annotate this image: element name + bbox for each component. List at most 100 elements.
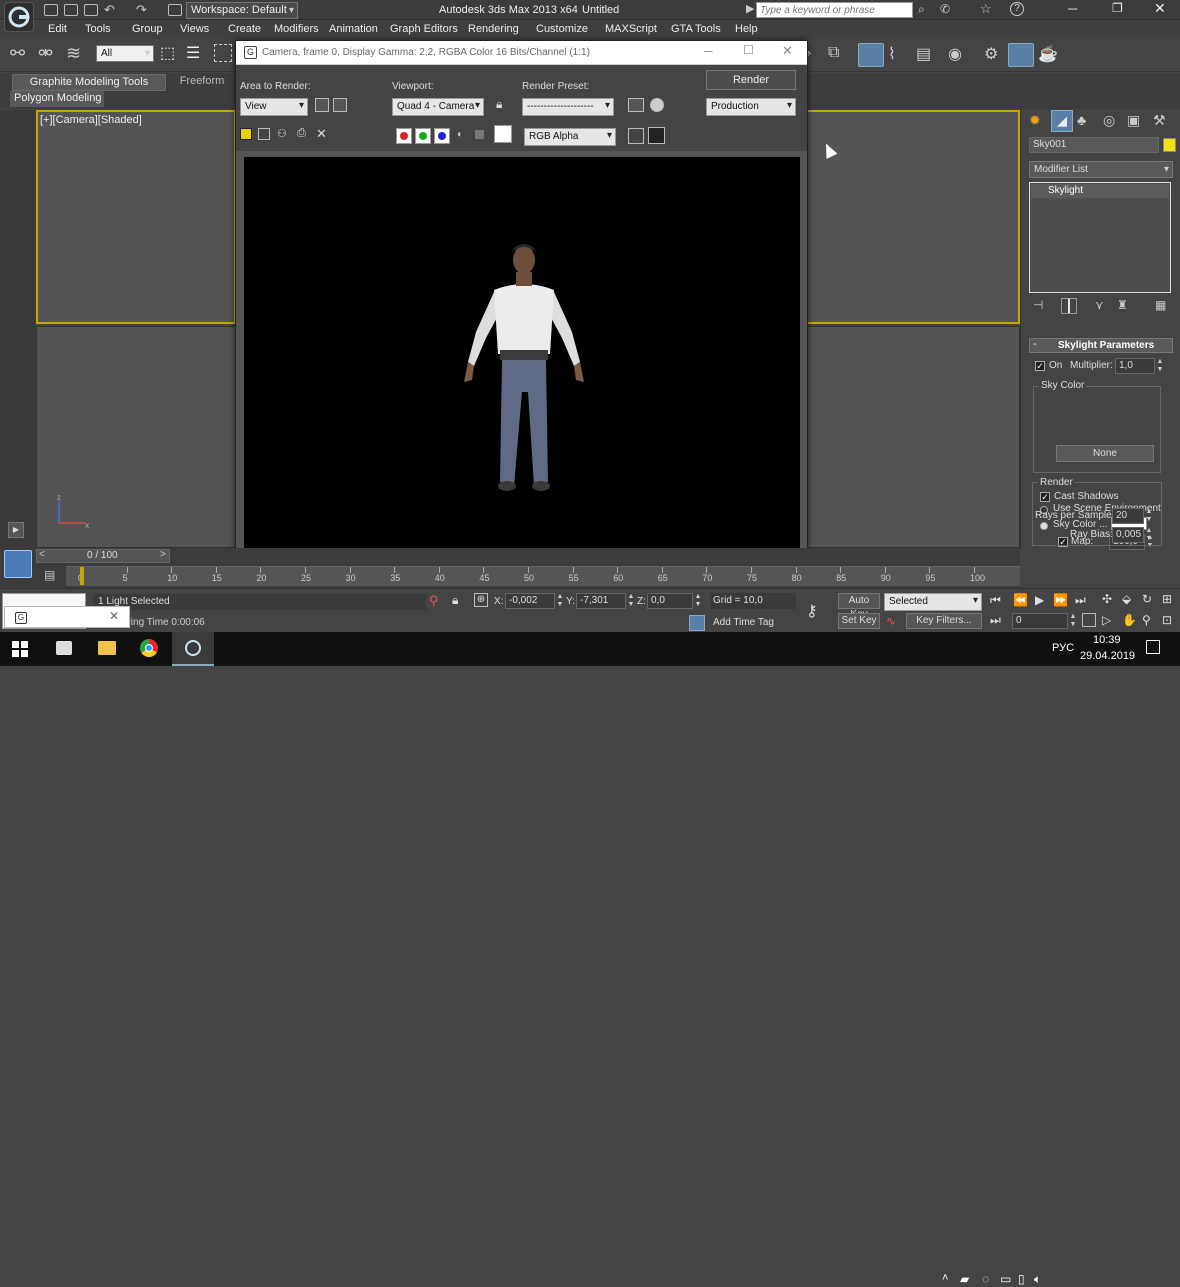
minimize-icon[interactable]: ─ <box>1068 1 1077 16</box>
create-tab-icon[interactable]: ✹ <box>1029 112 1041 129</box>
pin-stack-icon[interactable]: ⊣ <box>1033 298 1043 312</box>
viewport-label[interactable]: [+][Camera][Shaded] <box>40 114 142 126</box>
track-bar[interactable]: 0510152025303540455055606570758085909510… <box>66 566 1020 586</box>
unlink-icon[interactable]: ⚮ <box>38 43 53 64</box>
add-time-tag[interactable]: Add Time Tag <box>713 617 774 628</box>
maximize-viewport-icon[interactable]: ⊞ <box>1162 592 1172 606</box>
edit-region-icon[interactable] <box>315 98 329 112</box>
time-config-icon[interactable] <box>1082 613 1096 627</box>
viewport-dropdown[interactable]: Quad 4 - Camera <box>392 98 484 116</box>
viewport-top-right[interactable] <box>808 110 1020 324</box>
time-slider[interactable]: < 0 / 100 > <box>36 549 170 563</box>
blue-channel-icon[interactable] <box>434 128 450 144</box>
volume-icon[interactable]: 🔈︎ <box>1034 1272 1041 1287</box>
multiplier-input[interactable]: 1,0 <box>1115 358 1155 374</box>
cast-shadows-checkbox[interactable]: ✓ <box>1040 492 1050 502</box>
language-indicator[interactable]: РУС <box>1052 642 1074 654</box>
redo-icon[interactable]: ↷ <box>136 2 147 18</box>
ribbon-tab-freeform[interactable]: Freeform <box>172 74 232 91</box>
key-tangent-icon[interactable]: ∿ <box>886 614 896 628</box>
walkthrough-icon[interactable]: ⚲ <box>1142 613 1151 627</box>
menu-item-graph-editors[interactable]: Graph Editors <box>390 23 458 35</box>
help-icon[interactable]: ? <box>1010 2 1024 16</box>
chrome-icon[interactable] <box>140 639 158 657</box>
remove-modifier-icon[interactable]: ♜ <box>1117 298 1128 312</box>
object-name-field[interactable]: Sky001 <box>1029 137 1159 153</box>
y-coord-spinner[interactable]: ▲ ▼ <box>627 593 635 609</box>
clear-image-icon[interactable]: ✕ <box>316 126 327 142</box>
search-arrow-icon[interactable]: ▶ <box>746 2 754 15</box>
lock-viewport-icon[interactable]: 🔒︎ <box>496 97 502 112</box>
select-by-name-icon[interactable]: ☰ <box>186 43 200 63</box>
ray-bias-spinner[interactable]: ▲ ▼ <box>1145 527 1153 543</box>
layers-icon[interactable]: ⧉ <box>828 44 839 62</box>
zoom-all-icon[interactable]: ⬙ <box>1122 592 1131 606</box>
environment-effects-icon[interactable] <box>650 98 664 112</box>
material-editor-icon[interactable]: ◉ <box>948 44 962 64</box>
render-window-minimize-icon[interactable]: ─ <box>704 44 713 58</box>
fov-icon[interactable]: ▷ <box>1102 613 1111 627</box>
min-max-toggle-icon[interactable]: ⊡ <box>1162 613 1172 627</box>
auto-key-button[interactable]: Auto Key <box>838 593 880 620</box>
ray-bias-input[interactable]: 0,005 <box>1112 527 1144 543</box>
notifications-icon[interactable] <box>1146 640 1160 654</box>
mini-curve-editor-icon[interactable] <box>4 550 32 578</box>
ribbon-tab-graphite[interactable]: Graphite Modeling Tools <box>12 74 166 91</box>
goto-end-icon[interactable]: ⏭ <box>1075 593 1086 608</box>
rendered-image[interactable] <box>244 157 800 575</box>
modifier-list-dropdown[interactable]: Modifier List <box>1029 161 1173 178</box>
production-dropdown[interactable]: Production <box>706 98 796 116</box>
tray-icon-1[interactable]: ▰ <box>960 1272 969 1286</box>
set-key-mode-icon[interactable]: ⚷ <box>806 601 818 621</box>
time-tag-icon[interactable] <box>689 615 705 631</box>
save-icon[interactable] <box>84 4 98 16</box>
make-unique-icon[interactable]: ⋎ <box>1095 298 1104 312</box>
green-channel-icon[interactable] <box>415 128 431 144</box>
x-coord-input[interactable]: -0,002 <box>505 593 555 609</box>
motion-tab-icon[interactable]: ◎ <box>1103 112 1115 129</box>
minimized-window-tab[interactable]: G ✕ <box>4 606 130 628</box>
app-logo-icon[interactable] <box>4 2 34 32</box>
rollout-collapse-icon[interactable]: - <box>1033 338 1037 350</box>
monochrome-icon[interactable] <box>475 130 484 139</box>
clone-window-icon[interactable]: ⚇ <box>277 127 287 140</box>
viewport-top-left[interactable]: [+][Camera][Shaded] <box>36 110 236 324</box>
absolute-mode-icon[interactable]: ⊕ <box>474 593 488 607</box>
object-color-swatch[interactable] <box>1163 138 1176 152</box>
show-end-result-icon[interactable]: ┃ <box>1061 298 1077 314</box>
menu-item-help[interactable]: Help <box>735 23 758 35</box>
selection-lock-icon[interactable]: 🔒︎ <box>452 593 458 608</box>
current-frame-input[interactable]: 0 <box>1012 613 1068 629</box>
time-slider-prev-icon[interactable]: < <box>39 549 45 560</box>
menu-item-tools[interactable]: Tools <box>85 23 111 35</box>
new-file-icon[interactable] <box>44 4 58 16</box>
pan-icon[interactable]: ✋ <box>1122 613 1137 627</box>
configure-sets-icon[interactable]: ▦ <box>1155 298 1166 312</box>
clock-date[interactable]: 29.04.2019 <box>1080 650 1135 662</box>
start-icon[interactable] <box>12 641 28 657</box>
network-icon[interactable]: ▯ <box>1018 1272 1025 1286</box>
display-channel-dropdown[interactable]: RGB Alpha <box>524 128 616 146</box>
display-tab-icon[interactable]: ▣ <box>1127 112 1140 129</box>
communication-center-icon[interactable]: ✆ <box>940 2 950 16</box>
selection-region-icon[interactable] <box>214 44 232 62</box>
schematic-view-icon[interactable]: ▤ <box>916 44 931 64</box>
area-to-render-dropdown[interactable]: View <box>240 98 308 116</box>
zoom-icon[interactable]: ✣ <box>1102 592 1112 606</box>
stack-item-skylight[interactable]: Skylight <box>1031 184 1169 198</box>
x-coord-spinner[interactable]: ▲ ▼ <box>556 593 564 609</box>
utilities-tab-icon[interactable]: ⚒ <box>1153 112 1166 129</box>
key-mode-icon[interactable]: ⏭ <box>990 613 1001 628</box>
select-object-icon[interactable]: ⬚ <box>160 43 175 63</box>
open-folder-icon[interactable] <box>64 4 78 16</box>
link-icon[interactable]: ⚯ <box>10 43 25 64</box>
rollout-header[interactable]: - Skylight Parameters <box>1029 338 1173 353</box>
rendered-frame-window-icon[interactable] <box>1008 43 1034 67</box>
tray-icon-2[interactable]: ◌ <box>982 1272 989 1286</box>
z-coord-spinner[interactable]: ▲ ▼ <box>694 593 702 609</box>
selection-filter-dropdown[interactable]: All <box>96 45 154 62</box>
modify-tab-icon[interactable]: ◢ <box>1051 110 1073 132</box>
multiplier-spinner[interactable]: ▲ ▼ <box>1156 358 1164 374</box>
file-explorer-icon[interactable] <box>98 641 116 655</box>
render-production-icon[interactable]: ☕ <box>1038 44 1058 64</box>
